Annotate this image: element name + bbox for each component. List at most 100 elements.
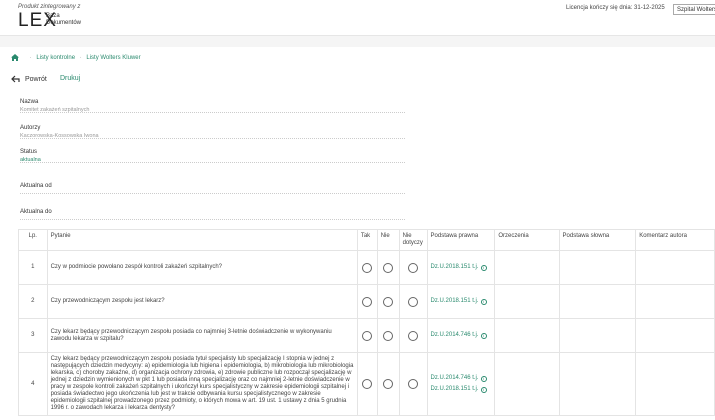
author-comment-cell xyxy=(635,318,715,353)
row-number: 3 xyxy=(18,318,48,353)
field-label: Autorzy xyxy=(20,125,41,131)
answer-na-cell xyxy=(398,284,428,319)
rulings-cell xyxy=(494,352,560,416)
verbal-basis-cell xyxy=(558,284,637,319)
answer-yes-cell xyxy=(356,250,378,285)
row-number: 4 xyxy=(18,352,48,416)
column-header: Podstawa prawna xyxy=(426,229,496,251)
verbal-basis-cell xyxy=(558,352,637,416)
breadcrumb-separator: · xyxy=(29,55,32,62)
field-status: Status aktualna xyxy=(20,149,405,163)
author-comment-cell xyxy=(635,284,715,319)
table-row: 4 Czy lekarz będący przewodniczącym zesp… xyxy=(18,352,715,416)
answer-na-radio[interactable] xyxy=(408,330,419,341)
column-header: Nie dotyczy xyxy=(398,229,428,251)
verbal-basis-cell xyxy=(558,318,637,353)
back-arrow-icon xyxy=(11,75,20,83)
answer-yes-radio[interactable] xyxy=(362,330,373,341)
lex-logo-subtitle: Baza Dokumentów xyxy=(46,13,82,26)
info-icon[interactable]: i xyxy=(480,375,487,382)
answer-yes-radio[interactable] xyxy=(362,296,373,307)
answer-na-radio[interactable] xyxy=(408,262,419,273)
answer-na-cell xyxy=(398,318,428,353)
legal-basis-link[interactable]: Dz.U.2014.746 t.j. i xyxy=(431,375,487,382)
back-button[interactable]: Powrót xyxy=(11,75,47,83)
info-icon[interactable]: i xyxy=(480,386,487,393)
info-icon[interactable]: i xyxy=(480,264,487,271)
column-header: Tak xyxy=(356,229,378,251)
license-info: Licencja kończy się dnia: 31-12-2025 xyxy=(566,5,665,11)
row-number: 2 xyxy=(18,284,48,319)
answer-na-radio[interactable] xyxy=(408,379,419,389)
field-label: Aktualna do xyxy=(20,209,52,215)
answer-no-cell xyxy=(376,352,400,416)
column-header: Pytanie xyxy=(46,229,358,251)
breadcrumb-item-wolters-lists[interactable]: Listy Wolters Kluwer xyxy=(86,55,140,61)
answer-no-cell xyxy=(376,284,400,319)
verbal-basis-cell xyxy=(558,250,637,285)
field-value: Kaczorowska-Kossowska Iwona xyxy=(20,133,99,139)
legal-basis-link[interactable]: Dz.U.2018.151 t.j. i xyxy=(431,298,487,305)
answer-no-cell xyxy=(376,318,400,353)
nav-band xyxy=(0,35,715,47)
column-header: Lp. xyxy=(18,229,48,251)
answer-no-cell xyxy=(376,250,400,285)
breadcrumb-separator: · xyxy=(79,55,82,62)
answer-no-radio[interactable] xyxy=(383,262,394,273)
field-valid-from: Aktualna od xyxy=(20,183,405,194)
question-text: Czy w podmiocie powołano zespół kontroli… xyxy=(46,250,358,285)
rulings-cell xyxy=(494,250,560,285)
field-label: Nazwa xyxy=(20,99,39,105)
answer-yes-cell xyxy=(356,318,378,353)
home-icon[interactable] xyxy=(11,54,19,61)
question-text: Czy lekarz będący przewodniczącym zespoł… xyxy=(46,352,358,416)
table-row: 2 Czy przewodniczącym zespołu jest lekar… xyxy=(18,284,715,319)
author-comment-cell xyxy=(635,250,715,285)
answer-na-cell xyxy=(398,250,428,285)
info-icon[interactable]: i xyxy=(480,332,487,339)
table-row: 1 Czy w podmiocie powołano zespół kontro… xyxy=(18,250,715,285)
top-bar: Produkt zintegrowany z LEX Baza Dokument… xyxy=(0,0,715,33)
legal-basis-link[interactable]: Dz.U.2018.151 t.j. i xyxy=(431,386,487,393)
answer-na-cell xyxy=(398,352,428,416)
legal-basis-cell: Dz.U.2014.746 t.j. i xyxy=(426,318,496,353)
table-row: 3 Czy lekarz będący przewodniczącym zesp… xyxy=(18,318,715,353)
column-header: Nie xyxy=(376,229,400,251)
answer-na-radio[interactable] xyxy=(408,296,419,307)
legal-basis-link[interactable]: Dz.U.2018.151 t.j. i xyxy=(431,264,487,271)
rulings-cell xyxy=(494,284,560,319)
answer-no-radio[interactable] xyxy=(383,379,394,389)
answer-yes-cell xyxy=(356,284,378,319)
legal-basis-link[interactable]: Dz.U.2014.746 t.j. i xyxy=(431,332,487,339)
breadcrumb-item-checklists[interactable]: Listy kontrolne xyxy=(36,55,75,61)
rulings-cell xyxy=(494,318,560,353)
legal-basis-cell: Dz.U.2018.151 t.j. i xyxy=(426,250,496,285)
table-header-row: Lp. Pytanie Tak Nie Nie dotyczy Podstawa… xyxy=(18,229,715,251)
field-authors: Autorzy Kaczorowska-Kossowska Iwona xyxy=(20,125,405,139)
toolbar: Powrót Drukuj xyxy=(11,75,80,85)
field-valid-to: Aktualna do xyxy=(20,209,405,220)
field-name: Nazwa Komitet zakażeń szpitalnych xyxy=(20,99,405,113)
question-text: Czy przewodniczącym zespołu jest lekarz? xyxy=(46,284,358,319)
legal-basis-cell: Dz.U.2018.151 t.j. i xyxy=(426,284,496,319)
answer-yes-cell xyxy=(356,352,378,416)
field-label: Aktualna od xyxy=(20,183,52,189)
field-value: Komitet zakażeń szpitalnych xyxy=(20,107,90,113)
info-icon[interactable]: i xyxy=(480,298,487,305)
status-value: aktualna xyxy=(20,157,41,163)
question-text: Czy lekarz będący przewodniczącym zespoł… xyxy=(46,318,358,353)
column-header: Podstawa słowna xyxy=(558,229,637,251)
back-button-label: Powrót xyxy=(25,75,47,83)
answer-no-radio[interactable] xyxy=(383,296,394,307)
answer-yes-radio[interactable] xyxy=(362,379,373,389)
answer-yes-radio[interactable] xyxy=(362,262,373,273)
column-header: Orzeczenia xyxy=(494,229,560,251)
author-comment-cell xyxy=(635,352,715,416)
print-button[interactable]: Drukuj xyxy=(60,75,80,82)
row-number: 1 xyxy=(18,250,48,285)
column-header: Komentarz autora xyxy=(635,229,715,251)
answer-no-radio[interactable] xyxy=(383,330,394,341)
organization-button[interactable]: Szpital Wolters xyxy=(673,4,715,15)
breadcrumb: · Listy kontrolne · Listy Wolters Kluwer xyxy=(11,54,141,61)
legal-basis-cell: Dz.U.2014.746 t.j. i Dz.U.2018.151 t.j. i xyxy=(426,352,496,416)
